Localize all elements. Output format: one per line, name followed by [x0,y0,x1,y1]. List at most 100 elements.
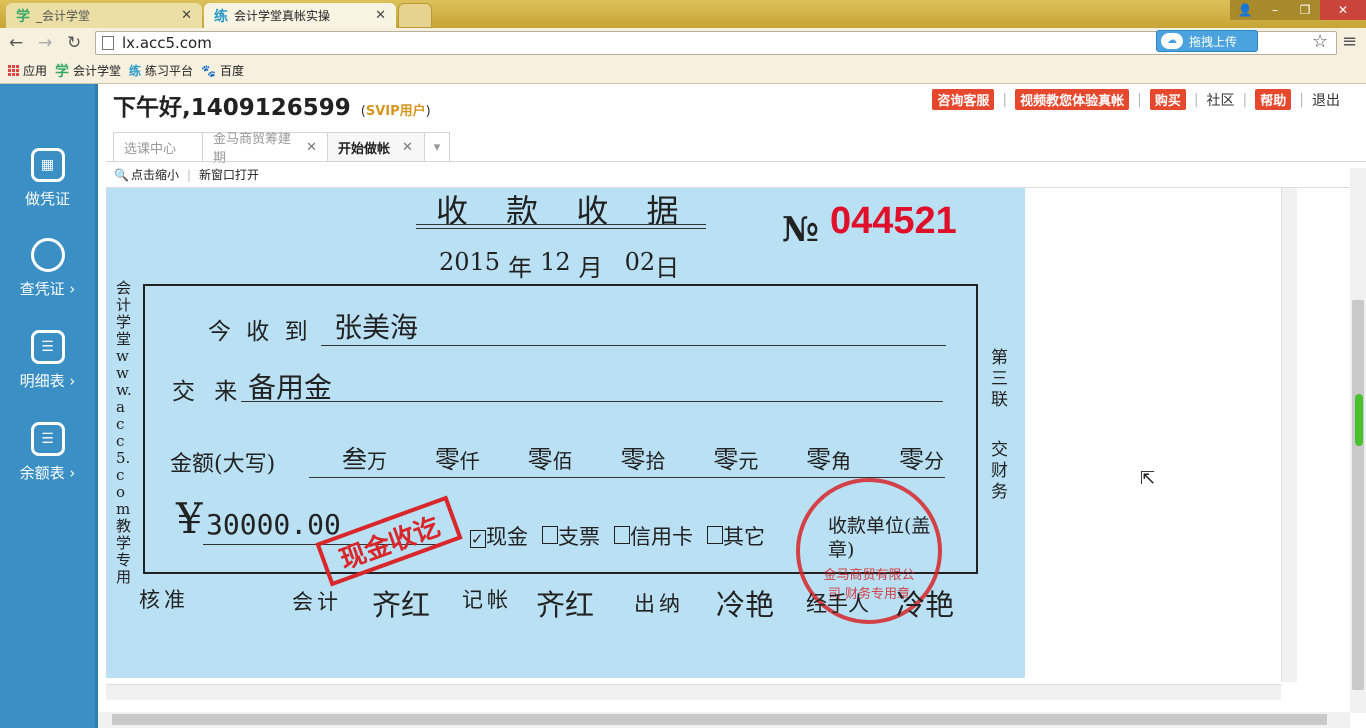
back-icon[interactable]: ← [9,33,23,53]
divider: | [1002,91,1008,108]
practice-icon: 练 [129,64,142,78]
calendar-icon: ▦ [30,148,65,182]
bookmark-practice[interactable]: 练 练习平台 [129,62,193,79]
close-tab-icon[interactable]: ✕ [306,140,317,155]
zoom-out-button[interactable]: 🔍 点击缩小 [114,166,179,183]
amount-digit: 零佰 [527,445,573,474]
vip-level: SVIP用户 [365,104,426,119]
amount-words-label: 金额(大写) [170,452,276,477]
bookmark-apps[interactable]: 应用 [8,62,47,79]
menu-icon[interactable]: ≡ [1342,31,1357,52]
line [309,477,945,478]
browser-tab-practice[interactable]: 练 会计学堂真帐实操 ✕ [204,3,396,28]
greeting-text: 下午好,1409126599 [113,95,351,121]
community-link[interactable]: 社区 [1207,90,1235,110]
zoom-out-icon: 🔍 [114,167,129,182]
close-tab-icon[interactable]: ✕ [402,140,413,155]
bookmark-baidu[interactable]: 🐾 百度 [201,62,244,79]
minimize-icon[interactable]: – [1260,0,1290,20]
sidebar-item-label: 明细表 › [19,372,76,390]
bookmark-label: 会计学堂 [73,64,122,78]
restore-icon[interactable]: ❐ [1290,0,1320,20]
accountant-signature: 齐红 [372,588,431,622]
scroll-handle-icon[interactable] [1355,394,1363,446]
tab-dropdown-icon[interactable]: ▾ [424,132,450,161]
sidebar-item-balance-sheet[interactable]: ☰ 余额表 › [0,422,95,502]
amount-digit: 零角 [806,445,852,474]
close-window-icon[interactable]: ✕ [1320,0,1366,20]
site-favicon-icon: 学 [16,8,30,25]
user-icon[interactable]: 👤 [1230,0,1260,20]
sidebar-item-make-voucher[interactable]: ▦ 做凭证 [0,148,95,228]
kuaiji-icon: 学 [55,63,70,80]
browser-tab-kuaiji[interactable]: 学 _会计学堂 ✕ [6,3,202,28]
book-signature: 齐红 [536,588,595,622]
bookmark-kuaiji[interactable]: 学 会计学堂 [55,61,121,81]
currency-symbol: ¥ [176,494,203,543]
amount-digit: 零拾 [620,445,666,474]
bookmarks-bar: 应用 学 会计学堂 练 练习平台 🐾 百度 [0,58,1366,84]
cashier-label: 出纳 [634,592,684,616]
amount-words: 叁万 零仟 零佰 零拾 零元 零角 零分 [342,440,944,476]
tab-course-center[interactable]: 选课中心 [113,132,203,161]
reload-icon[interactable]: ↻ [67,33,81,53]
payment-option-check: 支票 [542,521,600,551]
sidebar-item-query-voucher[interactable]: 查凭证 › [0,238,95,318]
page-icon [102,36,114,50]
receipt-number: 044521 [830,200,957,242]
bookmark-label: 百度 [220,64,245,78]
divider: | [1193,91,1199,108]
amount-digit: 零元 [713,445,759,474]
mouse-cursor-icon: ⇱ [1140,468,1156,489]
drag-upload-button[interactable]: ☁ 拖拽上传 [1156,30,1258,52]
bookmark-label: 练习平台 [145,64,194,78]
buy-button[interactable]: 购买 [1149,89,1186,110]
page-horizontal-thumb[interactable] [112,714,1327,725]
consult-button[interactable]: 咨询客服 [932,89,995,110]
line [321,345,946,346]
viewer-vertical-scrollbar[interactable] [1281,188,1297,682]
logout-link[interactable]: 退出 [1312,90,1340,110]
practice-favicon-icon: 练 [214,8,228,25]
url-input[interactable]: lx.acc5.com [95,31,1337,55]
amount-figures: 30000.00 [206,508,341,541]
content-tabs: 选课中心 金马商贸筹建期 ✕ 开始做帐 ✕ ▾ [113,132,450,166]
greeting: 下午好,1409126599 (SVIP用户) [113,88,431,122]
page-scroll-thumb[interactable] [1352,300,1364,690]
payment-option-cash: ✓ 现金 [470,525,528,549]
forward-icon[interactable]: → [38,33,52,53]
close-tab-icon[interactable]: ✕ [181,8,192,23]
handler-label: 经手人 [806,592,869,616]
browser-tab-bar: 学 _会计学堂 ✕ 练 会计学堂真帐实操 ✕ 👤 – ❐ ✕ [0,0,1366,28]
sidebar-edge [95,84,98,728]
receipt-image: 收 款 收 据 № 044521 2015 年 12 月 02 日 会计学堂www.acc… [106,188,1025,678]
star-icon[interactable]: ☆ [1312,31,1328,52]
new-window-button[interactable]: 新窗口打开 [199,166,259,183]
viewer-toolbar: 🔍 点击缩小 | 新窗口打开 [106,162,1366,188]
amount-digit: 叁万 [342,445,388,474]
close-tab-icon[interactable]: ✕ [375,8,386,23]
book-label: 记帐 [462,588,512,612]
address-bar-row: ← → ↻ lx.acc5.com ☁ 拖拽上传 ☆ ≡ [0,28,1366,58]
viewer-horizontal-scrollbar[interactable] [106,684,1281,700]
accountant-label: 会计 [292,590,342,614]
received-from: 张美海 [334,311,419,344]
apps-grid-icon [8,65,19,76]
help-button[interactable]: 帮助 [1255,89,1292,110]
checkbox-icon [707,526,723,544]
receipt-no-label: № [782,210,819,250]
vip-badge: (SVIP用户) [360,104,431,119]
window-controls: 👤 – ❐ ✕ [1230,0,1366,20]
for-label: 交 来 [172,379,244,405]
list-icon: ☰ [30,422,65,456]
sidebar-item-detail-ledger[interactable]: ☰ 明细表 › [0,330,95,410]
top-links: 咨询客服 | 视频教您体验真帐 | 购买 | 社区 | 帮助 | 退出 [932,89,1340,110]
tab-jinma-setup[interactable]: 金马商贸筹建期 ✕ [202,132,328,166]
upload-label: 拖拽上传 [1189,34,1238,49]
tab-start-bookkeeping[interactable]: 开始做帐 ✕ [327,132,425,161]
checkbox-icon [542,526,558,544]
new-tab-button[interactable] [398,3,432,28]
receipt-date: 2015 年 12 月 02 日 [439,248,680,282]
video-tutorial-button[interactable]: 视频教您体验真帐 [1015,89,1130,110]
left-side-note: 会计学堂www.acc5.com教学专用 [116,279,132,586]
